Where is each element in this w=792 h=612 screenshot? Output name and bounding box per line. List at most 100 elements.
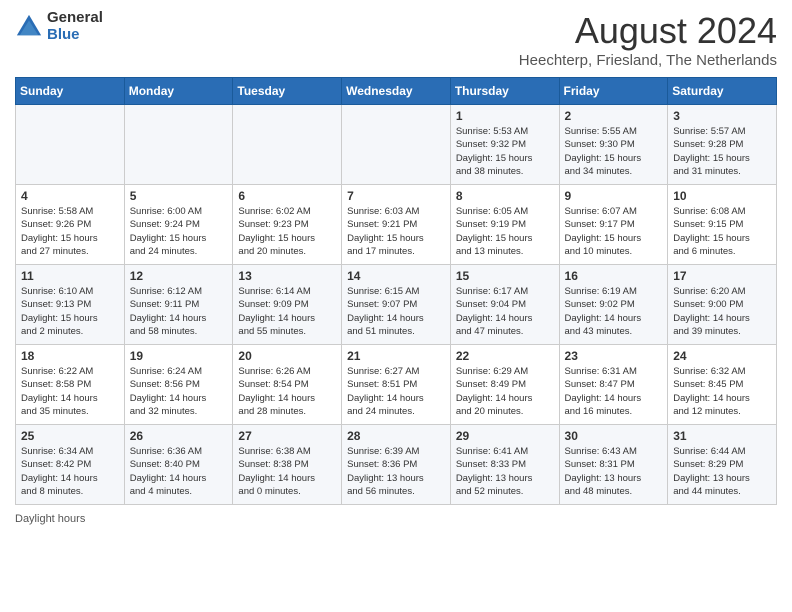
- logo-general-text: General: [47, 10, 103, 27]
- daylight-label: Daylight hours: [15, 513, 85, 525]
- week-row-2: 4 Sunrise: 5:58 AM Sunset: 9:26 PM Daylig…: [16, 185, 777, 265]
- calendar-cell: 25 Sunrise: 6:34 AM Sunset: 8:42 PM Dayli…: [16, 425, 125, 505]
- day-info: Sunrise: 6:29 AM Sunset: 8:49 PM Dayligh…: [456, 365, 554, 418]
- header-day-wednesday: Wednesday: [342, 78, 451, 105]
- day-number: 10: [673, 189, 771, 203]
- day-number: 24: [673, 349, 771, 363]
- calendar-cell: 8 Sunrise: 6:05 AM Sunset: 9:19 PM Daylig…: [450, 185, 559, 265]
- calendar-cell: 16 Sunrise: 6:19 AM Sunset: 9:02 PM Dayli…: [559, 265, 668, 345]
- header-day-monday: Monday: [124, 78, 233, 105]
- header: General Blue August 2024 Heechterp, Frie…: [15, 10, 777, 69]
- calendar-cell: 10 Sunrise: 6:08 AM Sunset: 9:15 PM Dayli…: [668, 185, 777, 265]
- day-number: 22: [456, 349, 554, 363]
- day-info: Sunrise: 6:39 AM Sunset: 8:36 PM Dayligh…: [347, 445, 445, 498]
- day-info: Sunrise: 6:26 AM Sunset: 8:54 PM Dayligh…: [238, 365, 336, 418]
- calendar-cell: [16, 105, 125, 185]
- day-number: 19: [130, 349, 228, 363]
- day-number: 9: [565, 189, 663, 203]
- day-number: 25: [21, 429, 119, 443]
- header-day-saturday: Saturday: [668, 78, 777, 105]
- day-info: Sunrise: 6:27 AM Sunset: 8:51 PM Dayligh…: [347, 365, 445, 418]
- day-number: 23: [565, 349, 663, 363]
- day-info: Sunrise: 5:55 AM Sunset: 9:30 PM Dayligh…: [565, 125, 663, 178]
- day-info: Sunrise: 6:43 AM Sunset: 8:31 PM Dayligh…: [565, 445, 663, 498]
- day-info: Sunrise: 6:19 AM Sunset: 9:02 PM Dayligh…: [565, 285, 663, 338]
- calendar-cell: 6 Sunrise: 6:02 AM Sunset: 9:23 PM Daylig…: [233, 185, 342, 265]
- calendar-cell: 15 Sunrise: 6:17 AM Sunset: 9:04 PM Dayli…: [450, 265, 559, 345]
- day-info: Sunrise: 6:12 AM Sunset: 9:11 PM Dayligh…: [130, 285, 228, 338]
- day-info: Sunrise: 5:58 AM Sunset: 9:26 PM Dayligh…: [21, 205, 119, 258]
- calendar-cell: [342, 105, 451, 185]
- header-day-thursday: Thursday: [450, 78, 559, 105]
- day-info: Sunrise: 6:08 AM Sunset: 9:15 PM Dayligh…: [673, 205, 771, 258]
- day-info: Sunrise: 6:02 AM Sunset: 9:23 PM Dayligh…: [238, 205, 336, 258]
- day-number: 20: [238, 349, 336, 363]
- calendar-cell: 3Sunrise: 5:57 AM Sunset: 9:28 PM Daylig…: [668, 105, 777, 185]
- week-row-4: 18 Sunrise: 6:22 AM Sunset: 8:58 PM Dayli…: [16, 345, 777, 425]
- day-info: Sunrise: 6:41 AM Sunset: 8:33 PM Dayligh…: [456, 445, 554, 498]
- day-info: Sunrise: 6:34 AM Sunset: 8:42 PM Dayligh…: [21, 445, 119, 498]
- day-number: 6: [238, 189, 336, 203]
- calendar-cell: 7 Sunrise: 6:03 AM Sunset: 9:21 PM Daylig…: [342, 185, 451, 265]
- calendar-cell: 26Sunrise: 6:36 AM Sunset: 8:40 PM Dayli…: [124, 425, 233, 505]
- day-info: Sunrise: 6:05 AM Sunset: 9:19 PM Dayligh…: [456, 205, 554, 258]
- day-info: Sunrise: 5:53 AM Sunset: 9:32 PM Dayligh…: [456, 125, 554, 178]
- day-number: 5: [130, 189, 228, 203]
- day-number: 30: [565, 429, 663, 443]
- calendar-cell: 27 Sunrise: 6:38 AM Sunset: 8:38 PM Dayli…: [233, 425, 342, 505]
- day-info: Sunrise: 6:38 AM Sunset: 8:38 PM Dayligh…: [238, 445, 336, 498]
- week-row-5: 25 Sunrise: 6:34 AM Sunset: 8:42 PM Dayli…: [16, 425, 777, 505]
- day-info: Sunrise: 6:03 AM Sunset: 9:21 PM Dayligh…: [347, 205, 445, 258]
- day-number: 4: [21, 189, 119, 203]
- day-number: 29: [456, 429, 554, 443]
- calendar-cell: 28Sunrise: 6:39 AM Sunset: 8:36 PM Dayli…: [342, 425, 451, 505]
- day-number: 14: [347, 269, 445, 283]
- day-number: 1: [456, 109, 554, 123]
- day-info: Sunrise: 6:22 AM Sunset: 8:58 PM Dayligh…: [21, 365, 119, 418]
- header-day-tuesday: Tuesday: [233, 78, 342, 105]
- calendar-cell: 21 Sunrise: 6:27 AM Sunset: 8:51 PM Dayli…: [342, 345, 451, 425]
- logo-icon: [15, 13, 43, 41]
- day-number: 8: [456, 189, 554, 203]
- day-number: 15: [456, 269, 554, 283]
- day-number: 17: [673, 269, 771, 283]
- calendar-cell: 22 Sunrise: 6:29 AM Sunset: 8:49 PM Dayli…: [450, 345, 559, 425]
- calendar-cell: 12Sunrise: 6:12 AM Sunset: 9:11 PM Dayli…: [124, 265, 233, 345]
- week-row-1: 1 Sunrise: 5:53 AM Sunset: 9:32 PM Daylig…: [16, 105, 777, 185]
- day-number: 2: [565, 109, 663, 123]
- day-number: 3: [673, 109, 771, 123]
- day-number: 13: [238, 269, 336, 283]
- header-day-friday: Friday: [559, 78, 668, 105]
- day-number: 16: [565, 269, 663, 283]
- calendar-cell: 1 Sunrise: 5:53 AM Sunset: 9:32 PM Daylig…: [450, 105, 559, 185]
- day-info: Sunrise: 6:31 AM Sunset: 8:47 PM Dayligh…: [565, 365, 663, 418]
- calendar-cell: 31 Sunrise: 6:44 AM Sunset: 8:29 PM Dayli…: [668, 425, 777, 505]
- day-number: 27: [238, 429, 336, 443]
- calendar-cell: 18 Sunrise: 6:22 AM Sunset: 8:58 PM Dayli…: [16, 345, 125, 425]
- calendar-cell: 2 Sunrise: 5:55 AM Sunset: 9:30 PM Daylig…: [559, 105, 668, 185]
- day-info: Sunrise: 6:10 AM Sunset: 9:13 PM Dayligh…: [21, 285, 119, 338]
- calendar-cell: [124, 105, 233, 185]
- calendar-cell: [233, 105, 342, 185]
- calendar-cell: 29 Sunrise: 6:41 AM Sunset: 8:33 PM Dayli…: [450, 425, 559, 505]
- day-info: Sunrise: 6:15 AM Sunset: 9:07 PM Dayligh…: [347, 285, 445, 338]
- day-number: 31: [673, 429, 771, 443]
- day-info: Sunrise: 6:24 AM Sunset: 8:56 PM Dayligh…: [130, 365, 228, 418]
- calendar-cell: 13Sunrise: 6:14 AM Sunset: 9:09 PM Dayli…: [233, 265, 342, 345]
- calendar-cell: 5Sunrise: 6:00 AM Sunset: 9:24 PM Daylig…: [124, 185, 233, 265]
- day-info: Sunrise: 6:20 AM Sunset: 9:00 PM Dayligh…: [673, 285, 771, 338]
- calendar-cell: 23 Sunrise: 6:31 AM Sunset: 8:47 PM Dayli…: [559, 345, 668, 425]
- day-info: Sunrise: 6:44 AM Sunset: 8:29 PM Dayligh…: [673, 445, 771, 498]
- calendar-cell: 17 Sunrise: 6:20 AM Sunset: 9:00 PM Dayli…: [668, 265, 777, 345]
- day-number: 7: [347, 189, 445, 203]
- main-title: August 2024: [519, 10, 777, 52]
- header-day-sunday: Sunday: [16, 78, 125, 105]
- calendar-cell: 24Sunrise: 6:32 AM Sunset: 8:45 PM Dayli…: [668, 345, 777, 425]
- day-number: 18: [21, 349, 119, 363]
- day-info: Sunrise: 6:17 AM Sunset: 9:04 PM Dayligh…: [456, 285, 554, 338]
- calendar-cell: 20 Sunrise: 6:26 AM Sunset: 8:54 PM Dayli…: [233, 345, 342, 425]
- logo-blue-text: Blue: [47, 27, 103, 44]
- day-info: Sunrise: 6:36 AM Sunset: 8:40 PM Dayligh…: [130, 445, 228, 498]
- day-number: 21: [347, 349, 445, 363]
- subtitle: Heechterp, Friesland, The Netherlands: [519, 52, 777, 69]
